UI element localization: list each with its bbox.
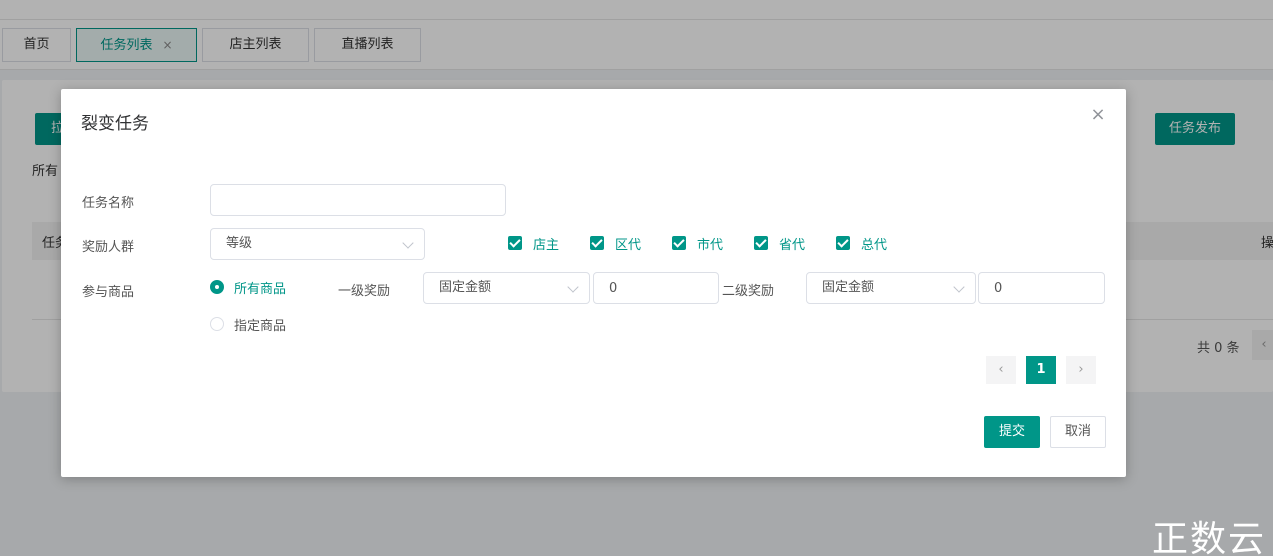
radio-selected-goods[interactable]: 指定商品 <box>210 316 287 334</box>
level1-reward-type-select[interactable]: 固定金额 <box>423 272 590 304</box>
level1-reward-label: 一级奖励 <box>338 284 391 299</box>
page-1-button[interactable]: 1 <box>1026 356 1056 384</box>
checkbox-district-agent[interactable]: 区代 <box>590 235 642 253</box>
watermark: 正数云 <box>1152 519 1267 556</box>
checkbox-label: 区代 <box>615 237 642 253</box>
level2-reward-input[interactable] <box>978 272 1105 304</box>
next-page-button[interactable]: › <box>1066 356 1096 384</box>
select-value: 固定金额 <box>822 280 875 295</box>
check-icon <box>836 236 850 250</box>
task-name-label: 任务名称 <box>82 196 135 211</box>
checkbox-label: 省代 <box>779 237 806 253</box>
select-value: 固定金额 <box>439 280 492 295</box>
reward-group-label: 奖励人群 <box>82 240 135 255</box>
check-icon <box>754 236 768 250</box>
chevron-down-icon <box>953 281 965 293</box>
checkbox-label: 总代 <box>861 237 888 253</box>
dialog-title: 裂变任务 <box>81 114 149 134</box>
checkbox-province-agent[interactable]: 省代 <box>754 235 806 253</box>
chevron-down-icon <box>567 281 579 293</box>
prev-page-button[interactable]: ‹ <box>986 356 1016 384</box>
fission-task-dialog: 裂变任务 × 任务名称 奖励人群 等级 店主 区代 市代 省代 总代 参与商品 … <box>61 89 1126 477</box>
level2-reward-type-select[interactable]: 固定金额 <box>806 272 976 304</box>
radio-all-goods[interactable]: 所有商品 <box>210 279 287 297</box>
checkbox-shopkeeper[interactable]: 店主 <box>508 235 560 253</box>
radio-dot-icon <box>210 280 224 294</box>
reward-group-select[interactable]: 等级 <box>210 228 425 260</box>
radio-dot-icon <box>210 317 224 331</box>
level2-reward-label: 二级奖励 <box>722 284 775 299</box>
close-icon[interactable]: × <box>1090 106 1106 124</box>
level1-reward-input[interactable] <box>593 272 719 304</box>
checkbox-label: 店主 <box>533 237 560 253</box>
radio-label: 所有商品 <box>234 281 287 297</box>
checkbox-city-agent[interactable]: 市代 <box>672 235 724 253</box>
check-icon <box>590 236 604 250</box>
check-icon <box>672 236 686 250</box>
checkbox-general-agent[interactable]: 总代 <box>836 235 888 253</box>
radio-label: 指定商品 <box>234 318 287 334</box>
cancel-button[interactable]: 取消 <box>1050 416 1106 448</box>
task-name-input[interactable] <box>210 184 506 216</box>
goods-label: 参与商品 <box>82 285 135 300</box>
select-value: 等级 <box>226 236 253 251</box>
chevron-down-icon <box>402 237 414 249</box>
check-icon <box>508 236 522 250</box>
checkbox-label: 市代 <box>697 237 724 253</box>
submit-button[interactable]: 提交 <box>984 416 1040 448</box>
